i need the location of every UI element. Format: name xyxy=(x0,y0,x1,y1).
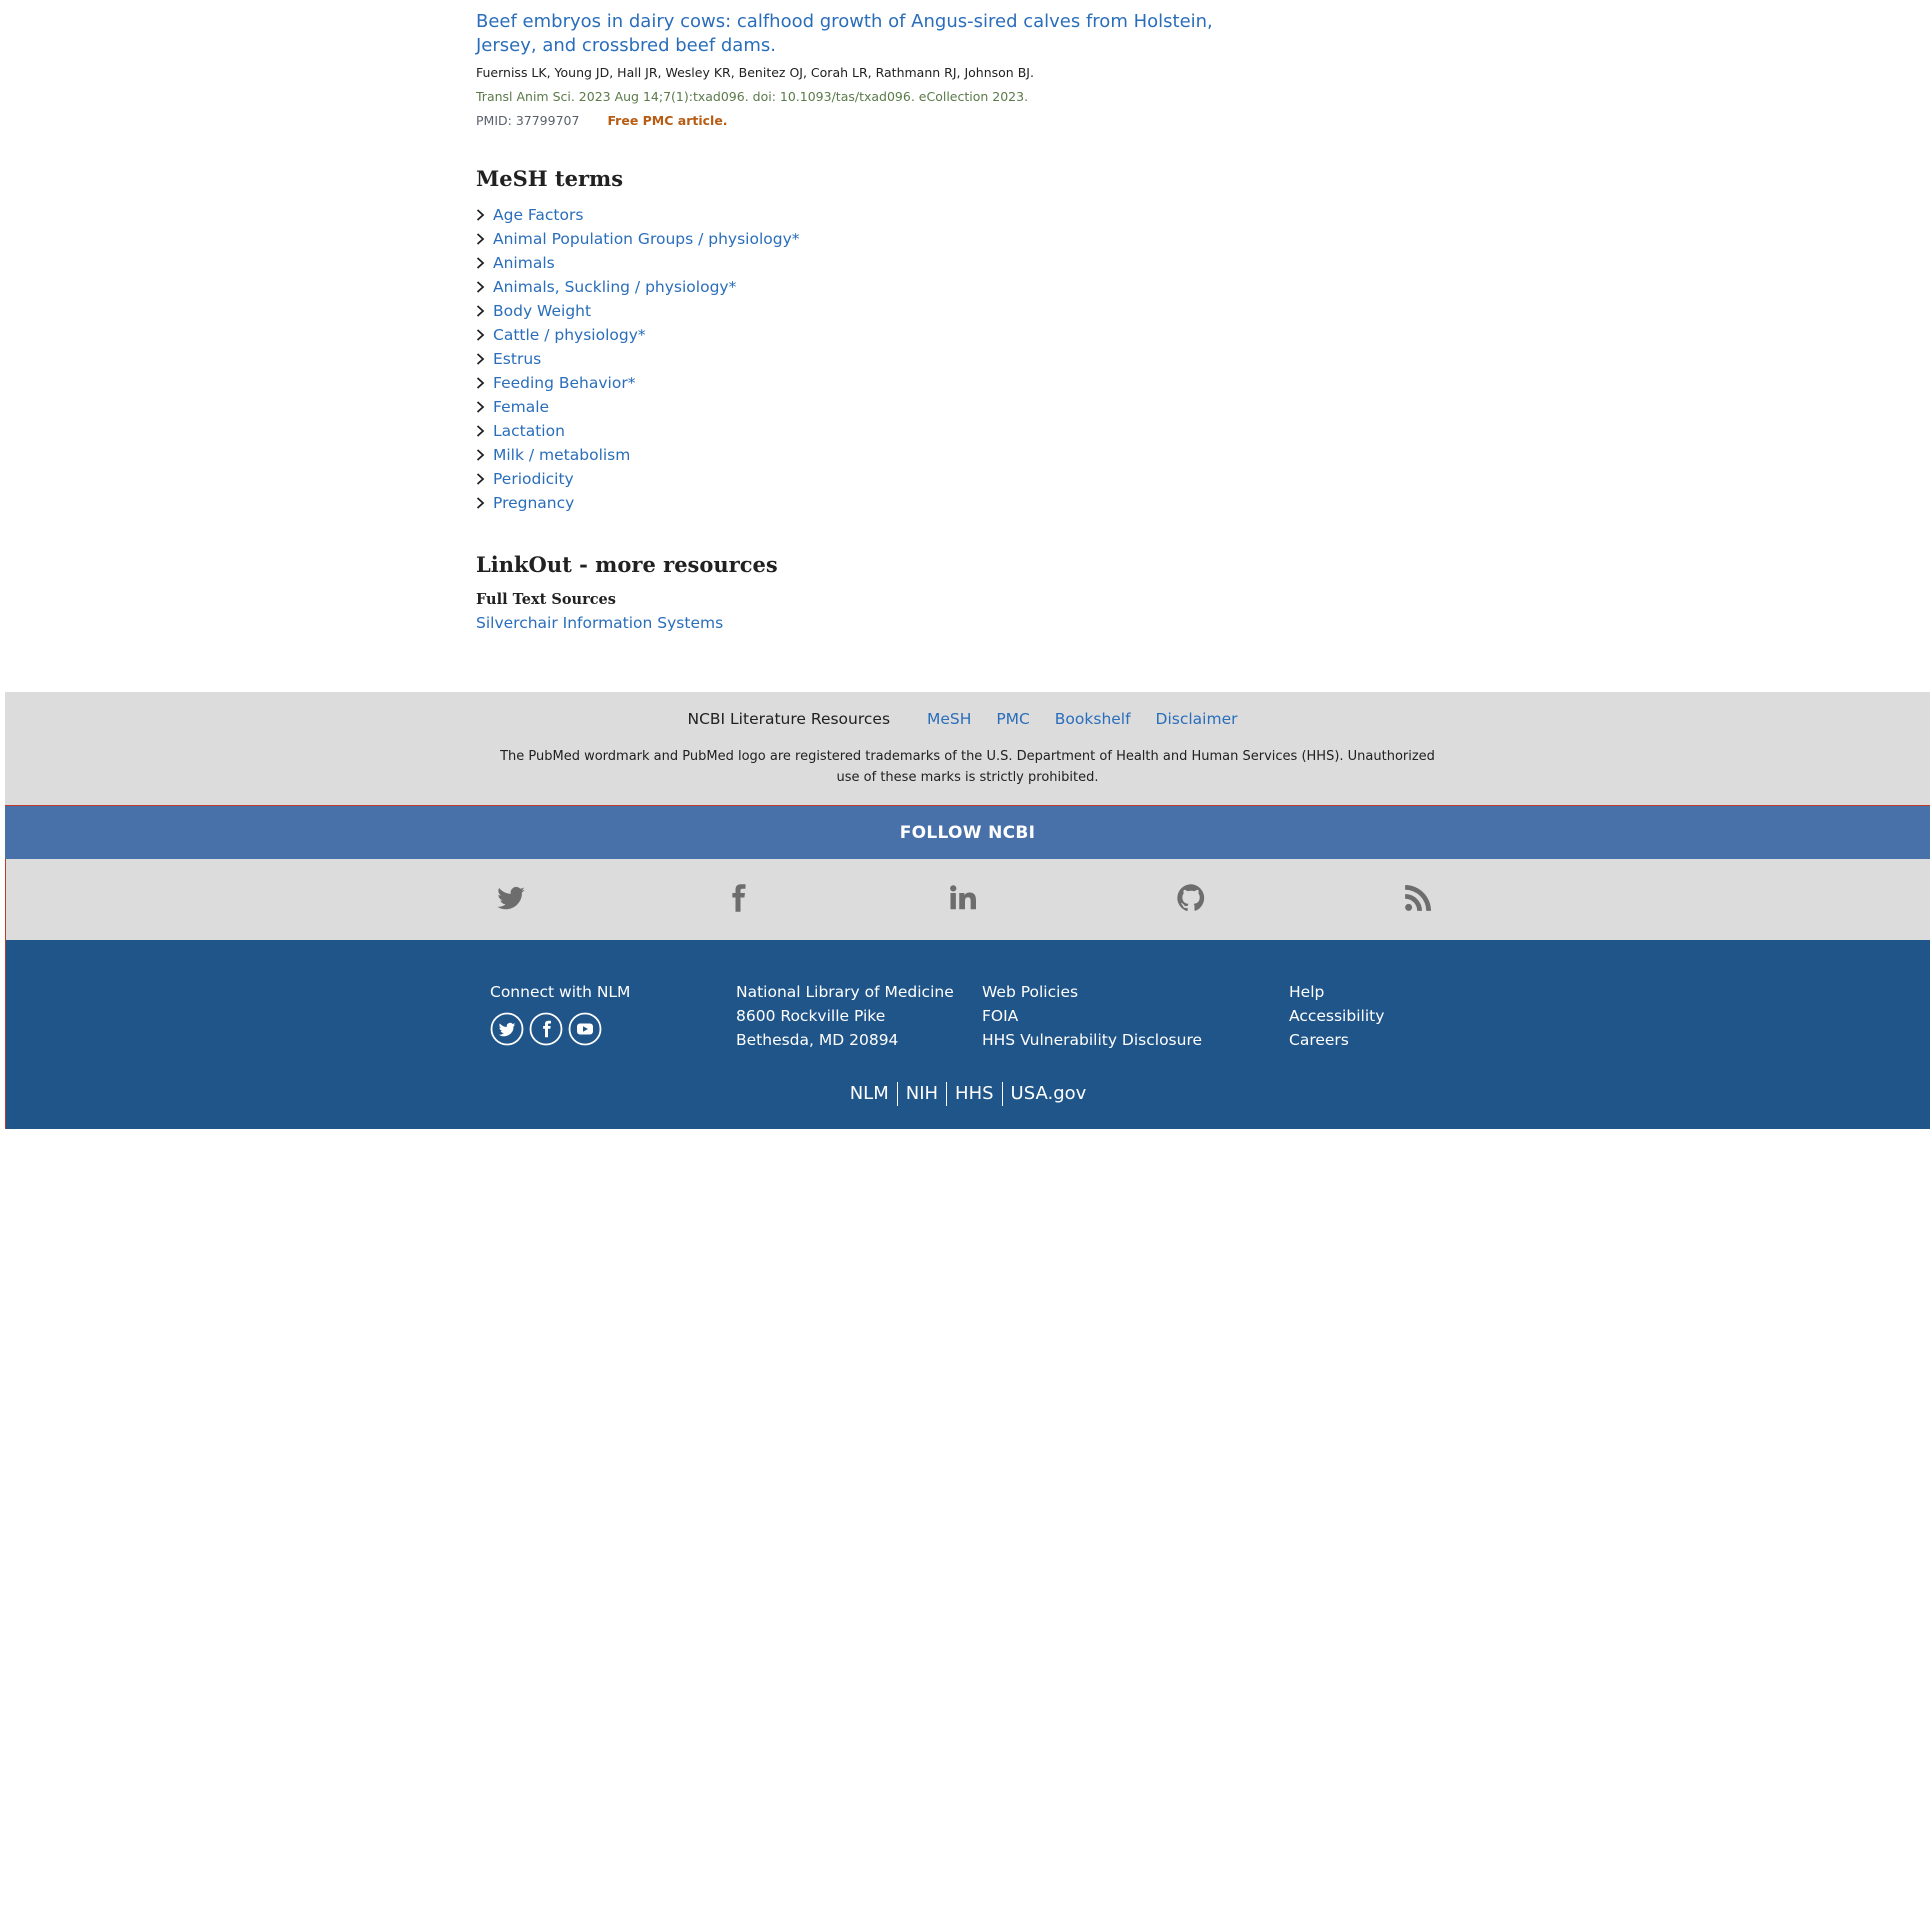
facebook-circle-icon[interactable] xyxy=(529,1012,563,1046)
chevron-right-icon xyxy=(476,233,485,245)
government-links: NLM NIH HHS USA.gov xyxy=(6,1082,1930,1106)
bookshelf-footer-link[interactable]: Bookshelf xyxy=(1055,710,1131,728)
nlm-social-icons xyxy=(490,1012,630,1053)
mesh-term-link[interactable]: Pregnancy xyxy=(493,491,574,515)
literature-resources-label: NCBI Literature Resources xyxy=(687,710,891,728)
connect-label: Connect with NLM xyxy=(490,983,631,1001)
ncbi-social-links xyxy=(5,859,1930,940)
chevron-right-icon xyxy=(476,473,485,485)
usa-gov-link[interactable]: USA.gov xyxy=(1003,1083,1095,1104)
mesh-term-link[interactable]: Estrus xyxy=(493,347,541,371)
mesh-term-link[interactable]: Female xyxy=(493,395,549,419)
chevron-right-icon xyxy=(476,497,485,509)
free-pmc-badge: Free PMC article. xyxy=(607,113,728,128)
hhs-link[interactable]: HHS xyxy=(947,1083,1002,1104)
disclaimer-footer-link[interactable]: Disclaimer xyxy=(1156,710,1238,728)
nlm-footer: Connect with NLM National Library of Med… xyxy=(5,940,1930,1129)
mesh-term-item[interactable]: Milk / metabolism xyxy=(476,443,1236,467)
nlm-policy-links: Web Policies FOIA HHS Vulnerability Disc… xyxy=(982,980,1202,1052)
nlm-link[interactable]: NLM xyxy=(842,1083,897,1104)
mesh-term-link[interactable]: Animals xyxy=(493,251,555,275)
similar-article-title-link[interactable]: Beef embryos in dairy cows: calfhood gro… xyxy=(476,10,1236,58)
mesh-term-item[interactable]: Estrus xyxy=(476,347,1236,371)
nlm-address-line: National Library of Medicine xyxy=(736,983,954,1001)
hhs-vulnerability-link[interactable]: HHS Vulnerability Disclosure xyxy=(982,1028,1202,1052)
article-pmid: PMID: 37799707 xyxy=(476,113,580,128)
chevron-right-icon xyxy=(476,281,485,293)
mesh-term-item[interactable]: Age Factors xyxy=(476,203,1236,227)
full-text-sources-label: Full Text Sources xyxy=(476,591,616,608)
mesh-terms-list: Age Factors Animal Population Groups / p… xyxy=(476,203,1236,515)
nlm-help-links: Help Accessibility Careers xyxy=(1289,980,1384,1052)
main-content: Beef embryos in dairy cows: calfhood gro… xyxy=(476,0,1236,632)
mesh-term-item[interactable]: Lactation xyxy=(476,419,1236,443)
article-meta: PMID: 37799707 Free PMC article. xyxy=(476,113,1236,129)
follow-ncbi-bar: FOLLOW NCBI xyxy=(5,805,1930,859)
mesh-term-link[interactable]: Feeding Behavior* xyxy=(493,371,635,395)
chevron-right-icon xyxy=(476,329,485,341)
foia-link[interactable]: FOIA xyxy=(982,1004,1202,1028)
linkedin-icon[interactable] xyxy=(948,881,978,915)
mesh-term-link[interactable]: Age Factors xyxy=(493,203,583,227)
mesh-term-item[interactable]: Cattle / physiology* xyxy=(476,323,1236,347)
mesh-term-item[interactable]: Feeding Behavior* xyxy=(476,371,1236,395)
linkout-heading: LinkOut - more resources xyxy=(476,552,778,577)
chevron-right-icon xyxy=(476,353,485,365)
accessibility-link[interactable]: Accessibility xyxy=(1289,1004,1384,1028)
mesh-term-item[interactable]: Female xyxy=(476,395,1236,419)
mesh-term-link[interactable]: Animal Population Groups / physiology* xyxy=(493,227,800,251)
mesh-term-item[interactable]: Periodicity xyxy=(476,467,1236,491)
article-citation: Transl Anim Sci. 2023 Aug 14;7(1):txad09… xyxy=(476,89,1029,104)
youtube-circle-icon[interactable] xyxy=(568,1012,602,1046)
article-authors: Fuerniss LK, Young JD, Hall JR, Wesley K… xyxy=(476,65,1034,80)
twitter-icon[interactable] xyxy=(496,881,526,915)
nlm-address-line: Bethesda, MD 20894 xyxy=(736,1031,899,1049)
chevron-right-icon xyxy=(476,425,485,437)
pmc-footer-link[interactable]: PMC xyxy=(996,710,1030,728)
mesh-terms-heading: MeSH terms xyxy=(476,166,624,191)
rss-icon[interactable] xyxy=(1403,881,1433,915)
mesh-term-link[interactable]: Milk / metabolism xyxy=(493,443,630,467)
chevron-right-icon xyxy=(476,401,485,413)
mesh-term-link[interactable]: Lactation xyxy=(493,419,565,443)
nlm-address-line: 8600 Rockville Pike xyxy=(736,1007,886,1025)
chevron-right-icon xyxy=(476,305,485,317)
chevron-right-icon xyxy=(476,209,485,221)
mesh-term-item[interactable]: Animals xyxy=(476,251,1236,275)
help-link[interactable]: Help xyxy=(1289,980,1384,1004)
mesh-term-link[interactable]: Body Weight xyxy=(493,299,591,323)
mesh-footer-link[interactable]: MeSH xyxy=(927,710,971,728)
literature-links: NCBI Literature Resources MeSH PMC Books… xyxy=(5,692,1930,729)
mesh-term-item[interactable]: Animal Population Groups / physiology* xyxy=(476,227,1236,251)
mesh-term-link[interactable]: Cattle / physiology* xyxy=(493,323,646,347)
connect-with-nlm: Connect with NLM xyxy=(490,980,630,1053)
mesh-term-link[interactable]: Periodicity xyxy=(493,467,574,491)
careers-link[interactable]: Careers xyxy=(1289,1028,1384,1052)
mesh-term-link[interactable]: Animals, Suckling / physiology* xyxy=(493,275,736,299)
mesh-term-item[interactable]: Body Weight xyxy=(476,299,1236,323)
chevron-right-icon xyxy=(476,449,485,461)
silverchair-link[interactable]: Silverchair Information Systems xyxy=(476,614,1236,632)
chevron-right-icon xyxy=(476,377,485,389)
nih-link[interactable]: NIH xyxy=(898,1083,946,1104)
twitter-circle-icon[interactable] xyxy=(490,1012,524,1046)
facebook-icon[interactable] xyxy=(723,881,753,915)
github-icon[interactable] xyxy=(1176,881,1206,915)
literature-resources-footer: NCBI Literature Resources MeSH PMC Books… xyxy=(5,692,1930,805)
web-policies-link[interactable]: Web Policies xyxy=(982,980,1202,1004)
trademark-notice: The PubMed wordmark and PubMed logo are … xyxy=(500,749,1435,785)
chevron-right-icon xyxy=(476,257,485,269)
mesh-term-item[interactable]: Animals, Suckling / physiology* xyxy=(476,275,1236,299)
nlm-address: National Library of Medicine 8600 Rockvi… xyxy=(736,980,954,1052)
mesh-term-item[interactable]: Pregnancy xyxy=(476,491,1236,515)
